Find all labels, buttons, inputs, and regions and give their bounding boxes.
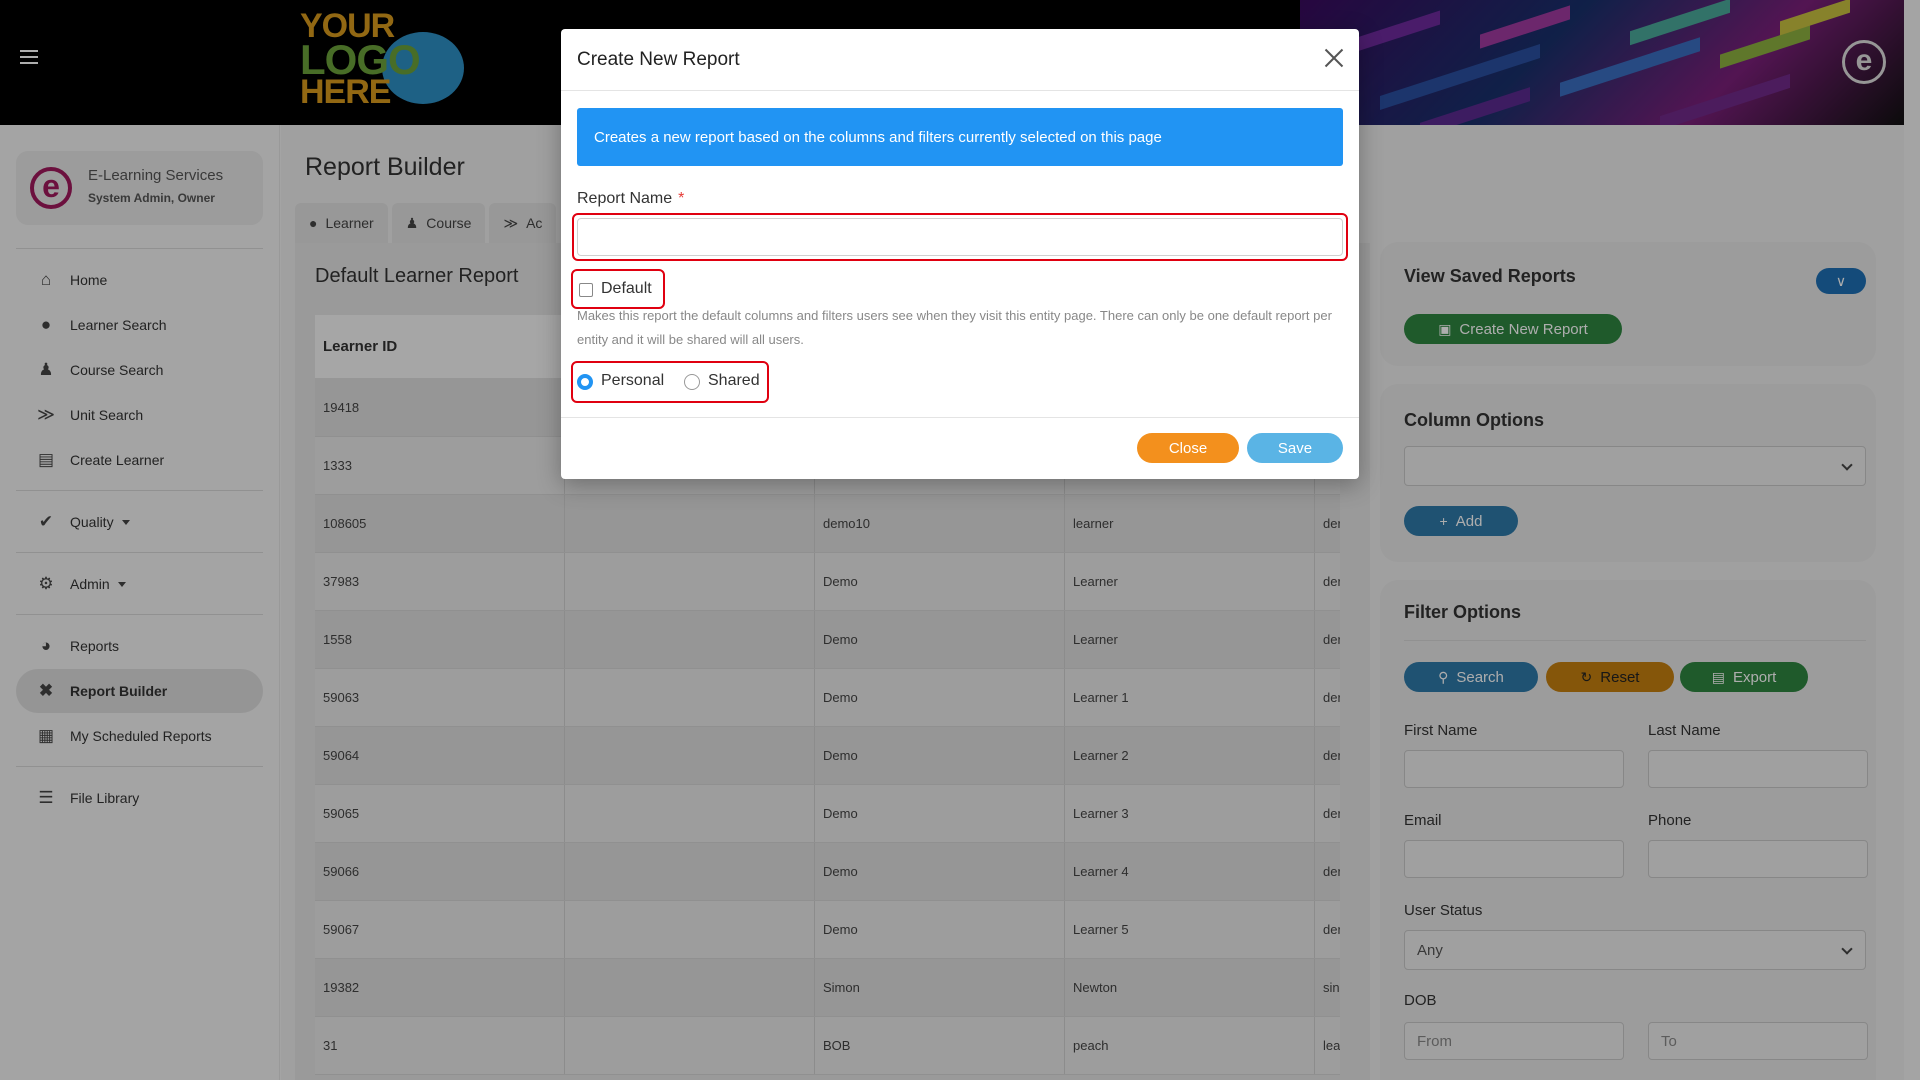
shared-label: Shared — [708, 372, 760, 389]
save-button[interactable]: Save — [1247, 433, 1343, 463]
close-button[interactable]: Close — [1137, 433, 1239, 463]
modal-title: Create New Report — [577, 49, 740, 70]
button-label: Save — [1277, 439, 1313, 457]
default-label: Default — [601, 280, 652, 297]
required-mark: * — [678, 190, 685, 207]
modal-footer-divider — [561, 417, 1359, 418]
report-name-label: Report Name * — [577, 190, 684, 208]
info-text: Creates a new report based on the column… — [594, 128, 1162, 146]
info-alert: Creates a new report based on the column… — [577, 108, 1343, 166]
button-label: Close — [1168, 439, 1208, 457]
modal-header: Create New Report — [561, 29, 1359, 91]
label-text: Report Name — [577, 190, 673, 207]
default-checkbox[interactable] — [579, 283, 593, 297]
report-name-input[interactable] — [577, 218, 1343, 256]
create-report-modal: Create New Report Creates a new report b… — [561, 29, 1359, 479]
close-icon[interactable] — [1323, 47, 1345, 69]
personal-label: Personal — [601, 372, 665, 389]
shared-radio[interactable] — [684, 374, 700, 390]
personal-radio[interactable] — [577, 374, 593, 390]
default-help-text: Makes this report the default columns an… — [577, 308, 1332, 347]
